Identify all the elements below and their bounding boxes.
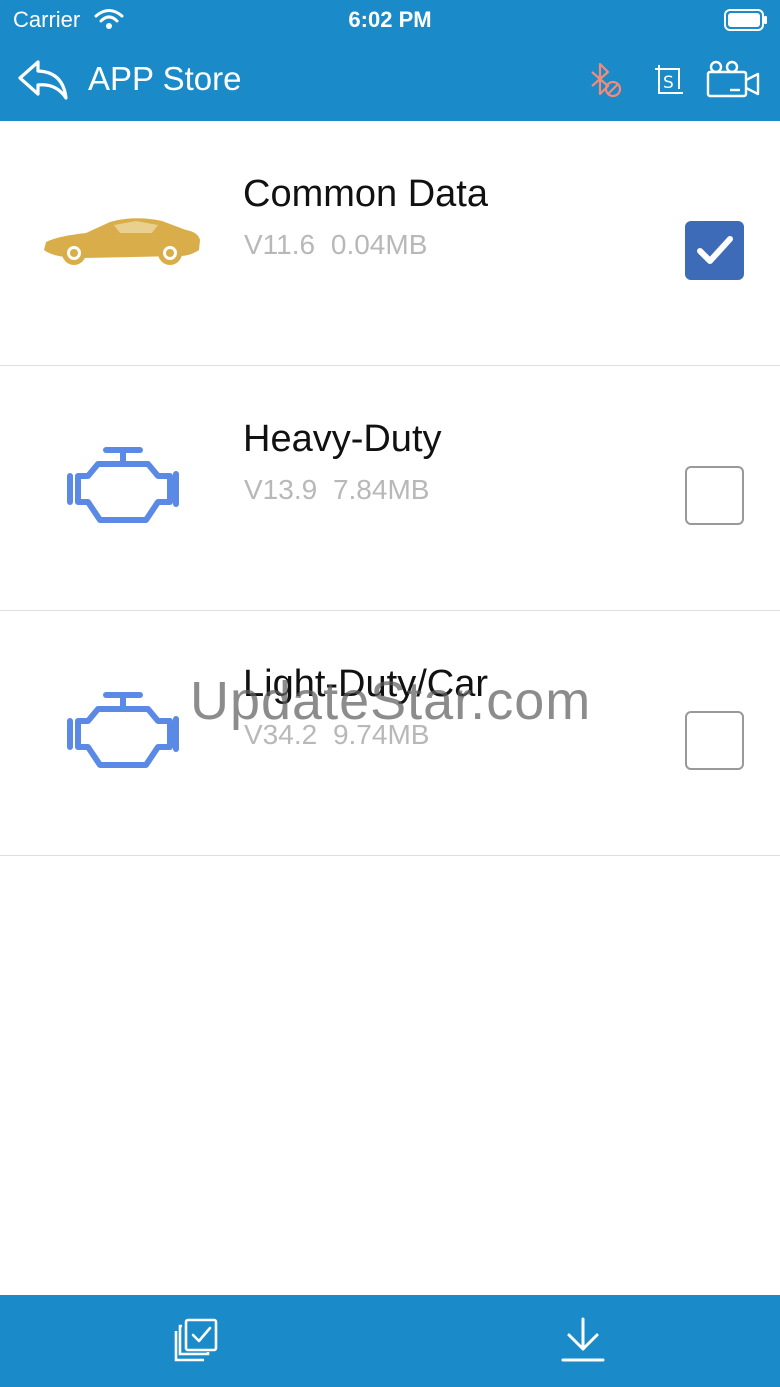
app-version: V13.9 xyxy=(244,474,318,505)
camera-icon[interactable] xyxy=(706,60,760,98)
app-checkbox[interactable] xyxy=(685,221,744,280)
bottom-toolbar xyxy=(0,1295,780,1387)
app-checkbox[interactable] xyxy=(685,466,744,525)
app-version: V11.6 xyxy=(244,229,316,260)
app-list: Common Data V11.6 0.04MB Heavy-Duty V13.… xyxy=(0,121,780,856)
status-bar: Carrier 6:02 PM xyxy=(0,0,780,40)
checkmark-icon xyxy=(697,236,733,264)
clock: 6:02 PM xyxy=(348,7,432,32)
app-name: Common Data xyxy=(243,173,488,215)
list-item[interactable]: Light-Duty/Car V34.2 9.74MB xyxy=(0,611,780,856)
svg-text:S: S xyxy=(663,73,674,93)
list-item[interactable]: Heavy-Duty V13.9 7.84MB xyxy=(0,366,780,611)
car-icon xyxy=(44,218,200,265)
list-item[interactable]: Common Data V11.6 0.04MB xyxy=(0,121,780,366)
back-icon[interactable] xyxy=(16,58,70,102)
page-title: APP Store xyxy=(88,60,242,97)
battery-icon xyxy=(724,9,767,31)
engine-icon xyxy=(67,447,179,523)
app-size: 9.74MB xyxy=(332,719,430,750)
engine-icon xyxy=(67,692,179,768)
app-size: 0.04MB xyxy=(330,229,428,260)
app-header: Carrier 6:02 PM APP Store S xyxy=(0,0,780,121)
app-meta: V13.9 7.84MB xyxy=(244,474,429,506)
app-size: 7.84MB xyxy=(332,474,430,505)
app-meta: V34.2 9.74MB xyxy=(244,719,429,751)
app-checkbox[interactable] xyxy=(685,711,744,770)
bluetooth-disabled-icon[interactable] xyxy=(584,60,624,100)
download-icon[interactable] xyxy=(560,1317,606,1363)
app-meta: V11.6 0.04MB xyxy=(244,229,427,261)
s-icon[interactable]: S xyxy=(652,62,686,96)
app-name: Heavy-Duty xyxy=(243,418,442,460)
select-all-icon[interactable] xyxy=(174,1318,218,1362)
app-name: Light-Duty/Car xyxy=(243,663,488,705)
app-version: V34.2 xyxy=(244,719,318,750)
